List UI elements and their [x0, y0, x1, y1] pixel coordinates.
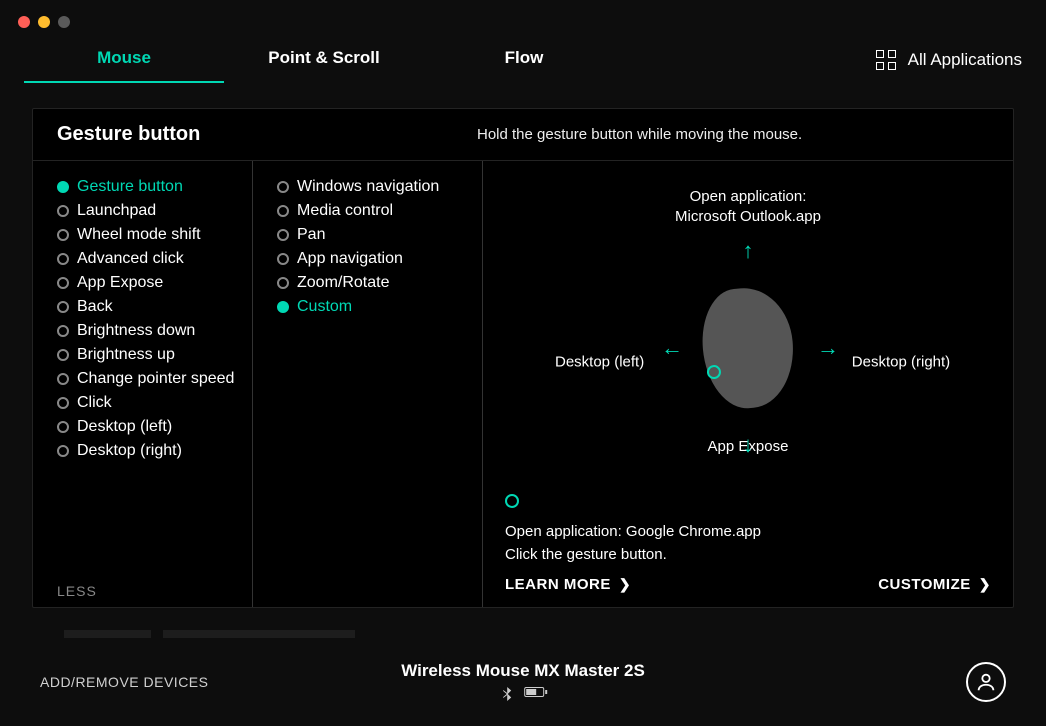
option-label: Desktop (left) [77, 418, 172, 436]
option-label: Zoom/Rotate [297, 274, 389, 292]
gesture-footer-dot-icon [505, 494, 519, 508]
option-item[interactable]: Gesture button [57, 175, 242, 199]
apps-grid-icon [876, 50, 896, 70]
mouse-illustration [698, 285, 798, 412]
close-window-button[interactable] [18, 16, 30, 28]
gesture-button-dot-icon [706, 365, 721, 380]
option-label: Wheel mode shift [77, 226, 201, 244]
panel-header: Gesture button Hold the gesture button w… [33, 109, 1013, 161]
radio-icon [57, 373, 69, 385]
gesture-instruction-text: Click the gesture button. [505, 544, 991, 567]
option-item[interactable]: Zoom/Rotate [277, 271, 472, 295]
radio-icon [277, 253, 289, 265]
radio-icon [57, 277, 69, 289]
device-name: Wireless Mouse MX Master 2S [401, 661, 645, 681]
gesture-left-label: Desktop (left) [555, 353, 716, 370]
battery-icon [524, 687, 544, 697]
user-icon [975, 671, 997, 693]
radio-icon [57, 421, 69, 433]
tab-flow[interactable]: Flow [424, 48, 624, 82]
add-remove-devices-button[interactable]: ADD/REMOVE DEVICES [40, 674, 208, 690]
option-label: Custom [297, 298, 352, 316]
option-label: Windows navigation [297, 178, 439, 196]
option-item[interactable]: Click [57, 391, 242, 415]
option-label: Change pointer speed [77, 370, 234, 388]
less-toggle[interactable]: LESS [57, 583, 97, 599]
option-item[interactable]: Brightness down [57, 319, 242, 343]
radio-icon [277, 229, 289, 241]
option-label: Brightness down [77, 322, 195, 340]
top-tab-bar: Mouse Point & Scroll Flow All Applicatio… [0, 0, 1046, 90]
tab-point-and-scroll[interactable]: Point & Scroll [224, 48, 424, 82]
main-panel: Gesture button Hold the gesture button w… [32, 108, 1014, 608]
option-item[interactable]: Media control [277, 199, 472, 223]
radio-icon [277, 277, 289, 289]
arrow-right-icon: → [817, 335, 839, 361]
option-item[interactable]: Launchpad [57, 199, 242, 223]
option-item[interactable]: Custom [277, 295, 472, 319]
chevron-right-icon: ❯ [619, 576, 631, 593]
option-item[interactable]: Pan [277, 223, 472, 247]
arrow-left-icon: ← [661, 335, 683, 361]
all-applications-button[interactable]: All Applications [876, 50, 1022, 80]
option-label: Advanced click [77, 250, 184, 268]
radio-icon [57, 325, 69, 337]
arrow-up-icon: ↑ [743, 238, 754, 264]
minimize-window-button[interactable] [38, 16, 50, 28]
radio-icon [57, 445, 69, 457]
panel-title: Gesture button [57, 123, 477, 146]
radio-icon [57, 301, 69, 313]
option-label: Pan [297, 226, 325, 244]
option-label: App navigation [297, 250, 403, 268]
radio-icon [57, 181, 69, 193]
chevron-right-icon: ❯ [979, 576, 991, 593]
maximize-window-button[interactable] [58, 16, 70, 28]
option-item[interactable]: App Expose [57, 271, 242, 295]
learn-more-link[interactable]: LEARN MORE ❯ [505, 576, 631, 593]
option-item[interactable]: Wheel mode shift [57, 223, 242, 247]
footer-bar: ADD/REMOVE DEVICES Wireless Mouse MX Mas… [0, 638, 1046, 726]
gesture-right-label: Desktop (right) [780, 353, 950, 370]
radio-icon [57, 397, 69, 409]
option-label: Back [77, 298, 113, 316]
radio-icon [57, 349, 69, 361]
action-list-primary: Gesture button Launchpad Wheel mode shift A… [33, 161, 253, 607]
radio-icon [57, 229, 69, 241]
action-list-secondary: Windows navigation Media control Pan App na… [253, 161, 483, 607]
option-item[interactable]: Desktop (right) [57, 439, 242, 463]
option-label: Click [77, 394, 112, 412]
option-label: Media control [297, 202, 393, 220]
option-item[interactable]: Change pointer speed [57, 367, 242, 391]
gesture-assigned-text: Open application: Google Chrome.app [505, 521, 991, 544]
option-item[interactable]: Desktop (left) [57, 415, 242, 439]
radio-icon [277, 205, 289, 217]
profile-button[interactable] [966, 662, 1006, 702]
gesture-up-label: Open application: Microsoft Outlook.app [675, 187, 821, 228]
radio-icon [57, 253, 69, 265]
option-label: Launchpad [77, 202, 156, 220]
all-applications-label: All Applications [908, 50, 1022, 70]
option-item[interactable]: App navigation [277, 247, 472, 271]
bluetooth-icon [502, 687, 512, 704]
radio-icon [57, 205, 69, 217]
tab-mouse[interactable]: Mouse [24, 48, 224, 82]
customize-link[interactable]: CUSTOMIZE ❯ [878, 576, 991, 593]
window-traffic-lights[interactable] [18, 16, 70, 28]
option-label: Gesture button [77, 178, 183, 196]
option-item[interactable]: Brightness up [57, 343, 242, 367]
radio-icon [277, 301, 289, 313]
panel-hint: Hold the gesture button while moving the… [477, 126, 802, 143]
option-label: App Expose [77, 274, 163, 292]
option-item[interactable]: Advanced click [57, 247, 242, 271]
option-label: Desktop (right) [77, 442, 182, 460]
option-label: Brightness up [77, 346, 175, 364]
arrow-down-icon: ↓ [743, 432, 754, 458]
option-item[interactable]: Back [57, 295, 242, 319]
option-item[interactable]: Windows navigation [277, 175, 472, 199]
gesture-preview-panel: Open application: Microsoft Outlook.app … [483, 161, 1013, 607]
radio-icon [277, 181, 289, 193]
